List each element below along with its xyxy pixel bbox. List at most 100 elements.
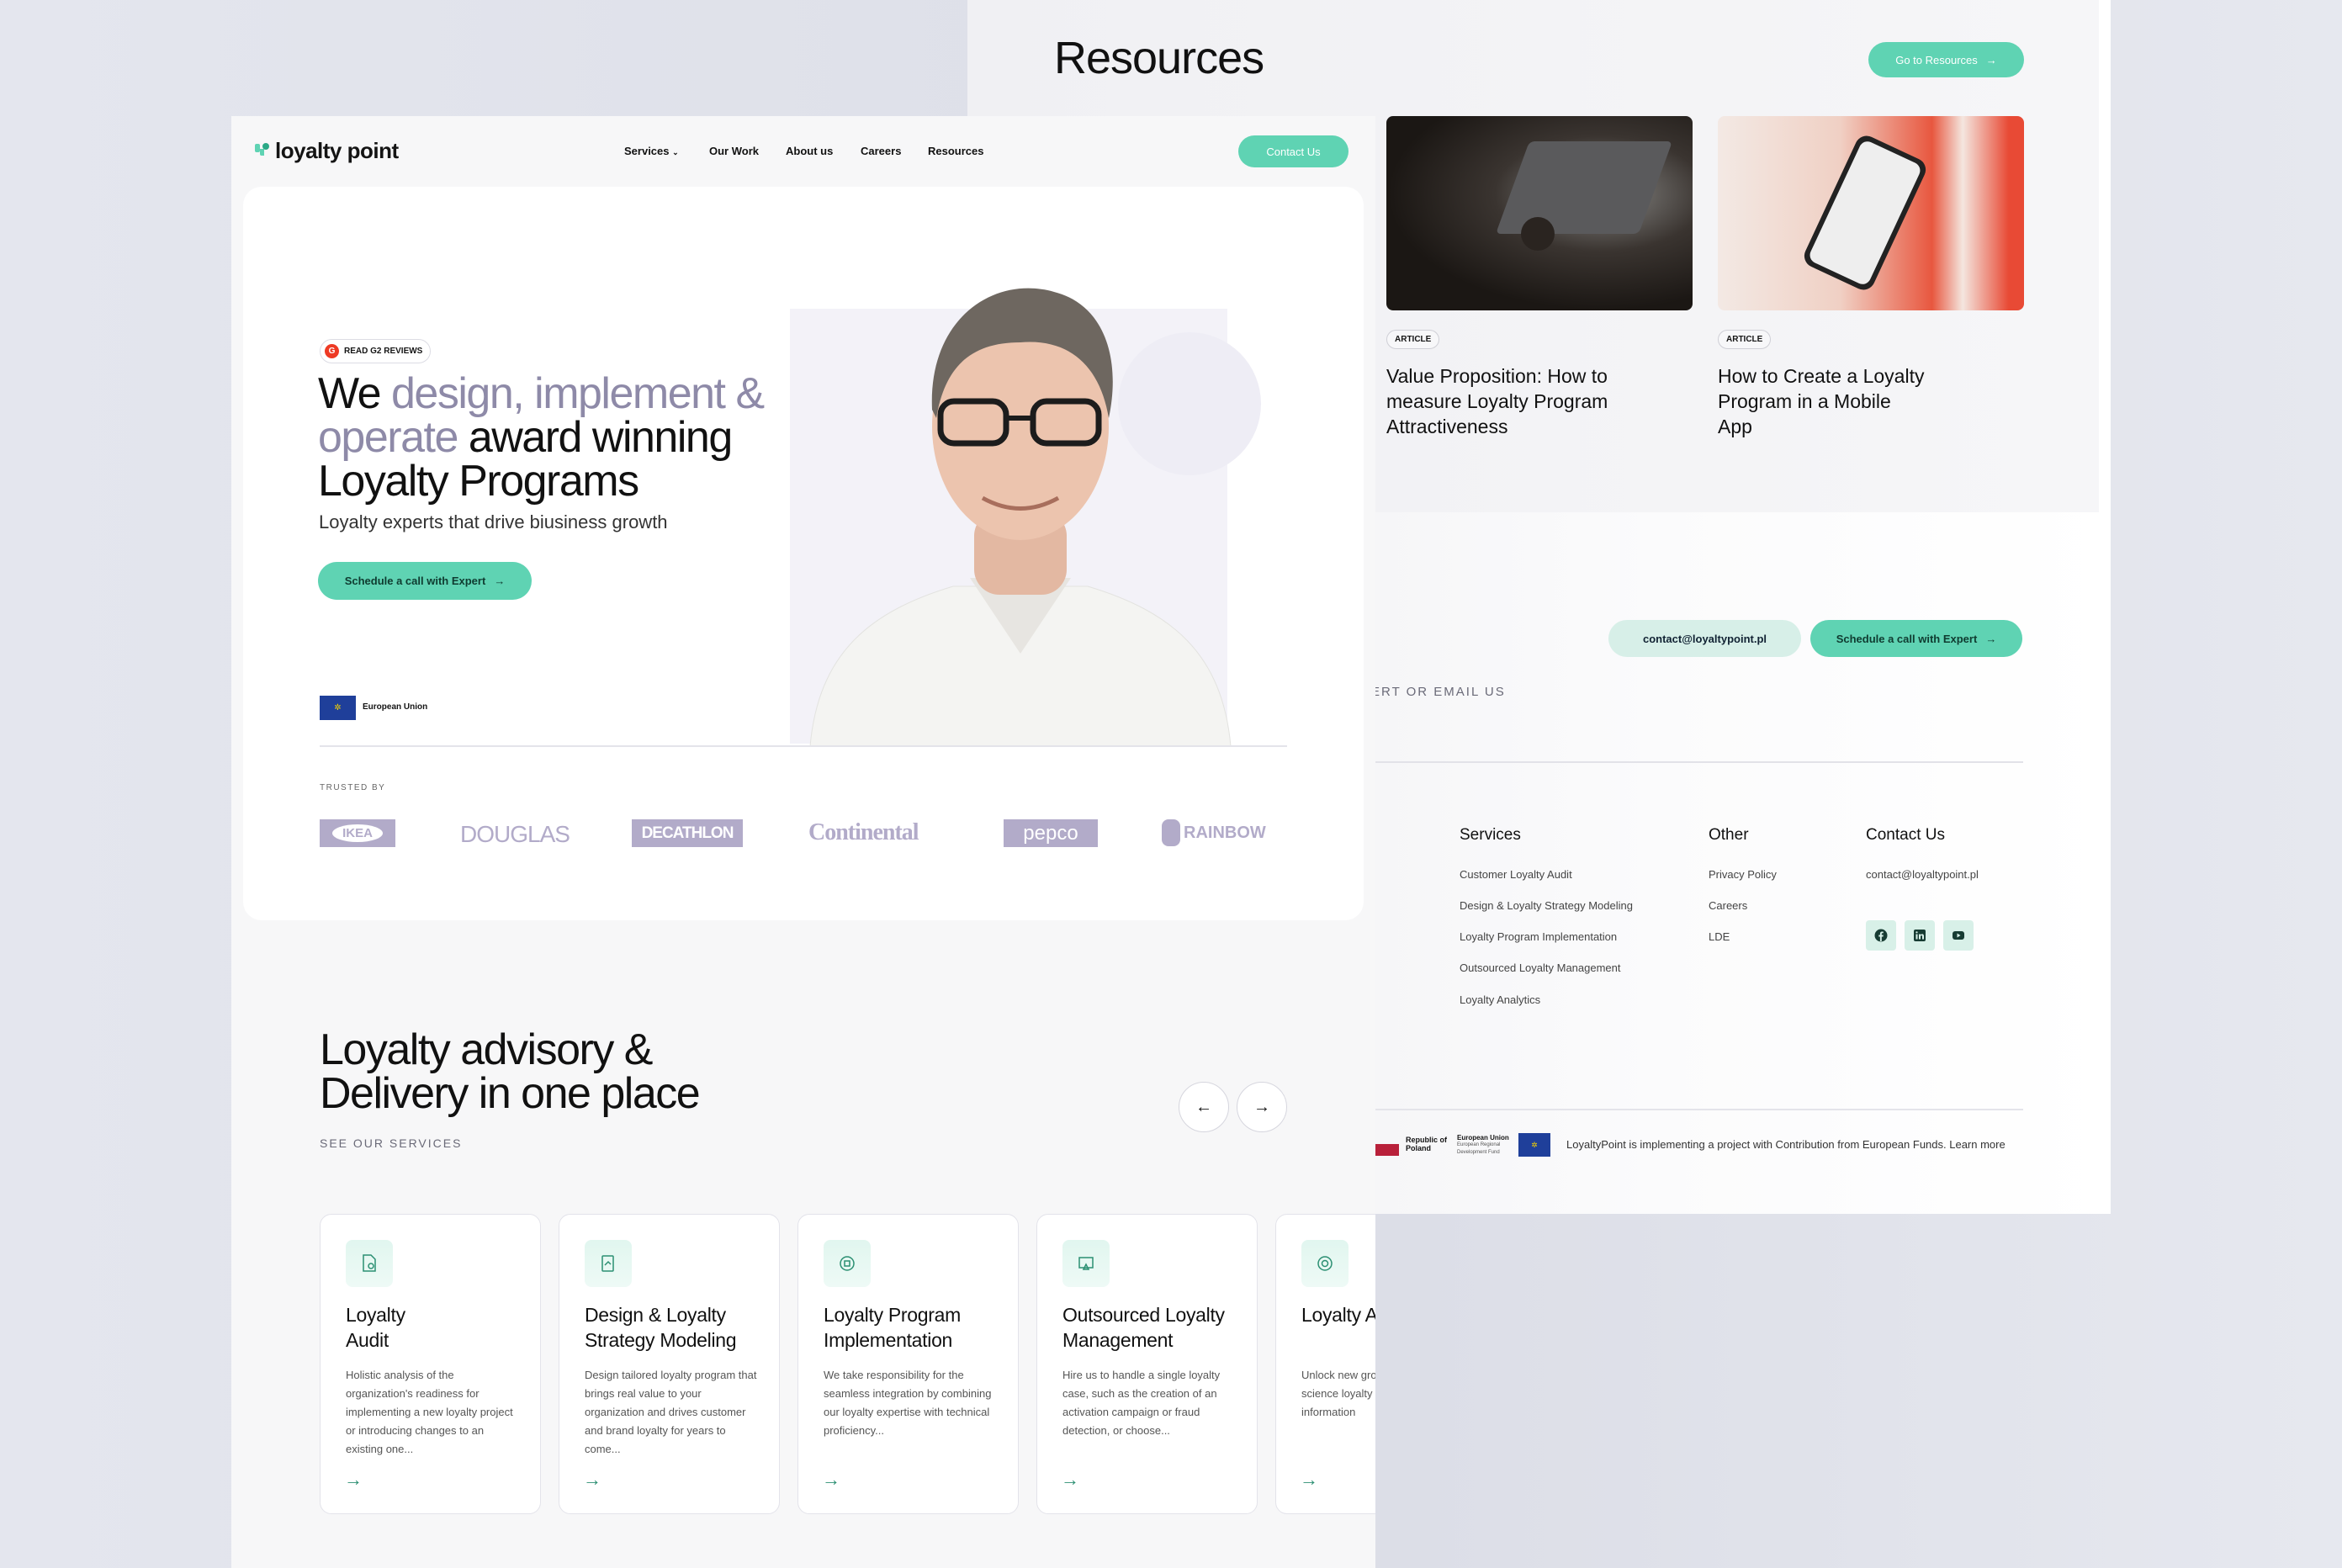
- hero-subtitle: Loyalty experts that drive biusiness gro…: [319, 511, 668, 532]
- decathlon-logo: DECATHLON: [632, 819, 743, 847]
- trusted-by-label: TRUSTED BY: [320, 783, 386, 792]
- card-title: Outsourced Loyalty Management: [1062, 1304, 1225, 1351]
- document-edit-icon: [585, 1240, 632, 1287]
- service-card-loyalty-audit[interactable]: Loyalty Audit Holistic analysis of the or…: [320, 1214, 541, 1514]
- arrow-right-icon[interactable]: →: [1300, 1469, 1318, 1491]
- youtube-icon[interactable]: [1943, 920, 1974, 951]
- eu-fund-label: European Union European Regional Developm…: [1457, 1134, 1516, 1157]
- service-card-implementation[interactable]: Loyalty Program Implementation We take re…: [797, 1214, 1019, 1514]
- nav-about-us[interactable]: About us: [786, 145, 833, 157]
- arrow-right-icon[interactable]: →: [344, 1469, 363, 1491]
- hero-cta-label: Schedule a call with Expert: [344, 575, 486, 587]
- go-to-resources-button[interactable]: Go to Resources →: [1868, 42, 2024, 77]
- article-image-phone[interactable]: [1718, 116, 2024, 310]
- footer-other-heading: Other: [1709, 826, 1749, 844]
- douglas-logo: DOUGLAS: [460, 821, 570, 847]
- hero-portrait: [809, 288, 1232, 746]
- eu-notice[interactable]: LoyaltyPoint is implementing a project w…: [1566, 1138, 2006, 1151]
- article-badge: ARTICLE: [1386, 330, 1440, 349]
- cta-caption: ERT OR EMAIL US: [1371, 685, 1506, 699]
- card-title: Design & Loyalty Strategy Modeling: [585, 1304, 737, 1351]
- divider: [1375, 761, 2023, 763]
- eu-label: European Union: [363, 702, 428, 712]
- contact-us-button[interactable]: Contact Us: [1238, 135, 1349, 167]
- service-card-outsourced-management[interactable]: Outsourced Loyalty Management Hire us to …: [1036, 1214, 1258, 1514]
- article-title[interactable]: How to Create a Loyalty Program in a Mob…: [1718, 363, 1928, 439]
- service-card-analytics[interactable]: Loyalty Analytics Unlock new growth using…: [1275, 1214, 1375, 1514]
- nav-our-work[interactable]: Our Work: [709, 145, 759, 157]
- poland-flag-icon: [1375, 1144, 1399, 1156]
- footer-link[interactable]: Loyalty Analytics: [1460, 993, 1540, 1006]
- divider: [320, 745, 1287, 747]
- footer-link[interactable]: Outsourced Loyalty Management: [1460, 961, 1621, 974]
- hero-headline: We design, implement & operate award win…: [318, 372, 840, 503]
- headline-accent: design, implement &: [391, 369, 765, 418]
- hero-schedule-button[interactable]: Schedule a call with Expert →: [318, 562, 532, 600]
- facebook-icon[interactable]: [1866, 920, 1896, 951]
- arrow-right-icon[interactable]: →: [822, 1469, 840, 1491]
- schedule-call-label: Schedule a call with Expert: [1836, 632, 1978, 645]
- card-title: Loyalty Program Implementation: [824, 1304, 961, 1351]
- email-button[interactable]: contact@loyaltypoint.pl: [1608, 620, 1801, 657]
- rainbow-mark-icon: [1162, 819, 1180, 846]
- linkedin-icon[interactable]: [1905, 920, 1935, 951]
- headline-text: Loyalty Programs: [318, 457, 639, 506]
- services-title: Loyalty advisory & Delivery in one place: [320, 1028, 701, 1118]
- carousel-prev-button[interactable]: ←: [1179, 1082, 1229, 1132]
- logo-mark-icon: [255, 142, 269, 156]
- nav-services[interactable]: Services ⌄: [624, 145, 679, 157]
- rainbow-logo-text: RAINBOW: [1184, 823, 1266, 842]
- footer-link[interactable]: Customer Loyalty Audit: [1460, 868, 1572, 881]
- footer-link[interactable]: LDE: [1709, 930, 1730, 943]
- card-description: Unlock new growth using data science loy…: [1301, 1369, 1375, 1418]
- nav-services-label: Services: [624, 145, 670, 157]
- go-to-resources-label: Go to Resources: [1895, 53, 1978, 66]
- nav-careers[interactable]: Careers: [861, 145, 901, 157]
- article-image-laptop[interactable]: [1386, 116, 1693, 310]
- arrow-right-icon[interactable]: →: [1061, 1469, 1079, 1491]
- card-title: Loyalty Analytics: [1301, 1304, 1375, 1326]
- footer-contact-heading: Contact Us: [1866, 826, 1945, 844]
- arrow-right-icon: →: [1985, 53, 1997, 66]
- eu-flag-icon: ✲: [320, 696, 356, 720]
- footer-link[interactable]: Careers: [1709, 899, 1747, 912]
- gear-chip-icon: [824, 1240, 871, 1287]
- divider: [1375, 1109, 2023, 1110]
- coffee-cup-shape: [1521, 217, 1555, 251]
- monitor-icon: [1062, 1240, 1110, 1287]
- phone-shape: [1800, 131, 1930, 294]
- arrow-right-icon: →: [1985, 632, 1997, 645]
- homepage: loyalty point Services ⌄ Our Work About …: [231, 116, 1375, 1568]
- article-badge: ARTICLE: [1718, 330, 1772, 349]
- poland-label: Republic of Poland: [1406, 1136, 1447, 1152]
- footer-link[interactable]: Design & Loyalty Strategy Modeling: [1460, 899, 1633, 912]
- see-services-caption: SEE OUR SERVICES: [320, 1136, 463, 1150]
- headline-text: We: [318, 369, 392, 418]
- card-description: Holistic analysis of the organization's …: [346, 1369, 513, 1455]
- carousel-next-button[interactable]: →: [1237, 1082, 1287, 1132]
- ikea-logo-text: IKEA: [332, 824, 383, 842]
- hero-card: G READ G2 REVIEWS We design, implement &…: [243, 187, 1364, 920]
- eu-fund-sub: European Regional Development Fund: [1457, 1142, 1501, 1155]
- headline-text: award winning: [457, 413, 733, 462]
- target-chart-icon: [1301, 1240, 1349, 1287]
- logo[interactable]: loyalty point: [255, 138, 399, 164]
- headline-accent: operate: [318, 413, 458, 462]
- g2-reviews-badge[interactable]: G READ G2 REVIEWS: [320, 339, 432, 363]
- continental-logo: Continental: [808, 819, 919, 845]
- schedule-call-button[interactable]: Schedule a call with Expert →: [1810, 620, 2022, 657]
- footer-link[interactable]: Loyalty Program Implementation: [1460, 930, 1617, 943]
- footer-link[interactable]: Privacy Policy: [1709, 868, 1777, 881]
- article-title[interactable]: Value Proposition: How to measure Loyalt…: [1386, 363, 1639, 439]
- arrow-right-icon: →: [1253, 1097, 1270, 1116]
- services-title-line: Delivery in one place: [320, 1069, 701, 1118]
- chevron-down-icon: ⌄: [672, 148, 679, 156]
- pepco-logo: pepco: [1004, 819, 1098, 847]
- footer-email[interactable]: contact@loyaltypoint.pl: [1866, 868, 1979, 881]
- nav-resources[interactable]: Resources: [928, 145, 983, 157]
- document-search-icon: [346, 1240, 393, 1287]
- arrow-right-icon[interactable]: →: [583, 1469, 601, 1491]
- ikea-logo: IKEA: [320, 819, 395, 847]
- service-card-strategy-modeling[interactable]: Design & Loyalty Strategy Modeling Design…: [559, 1214, 780, 1514]
- eu-flag-icon: ✲: [1518, 1133, 1550, 1157]
